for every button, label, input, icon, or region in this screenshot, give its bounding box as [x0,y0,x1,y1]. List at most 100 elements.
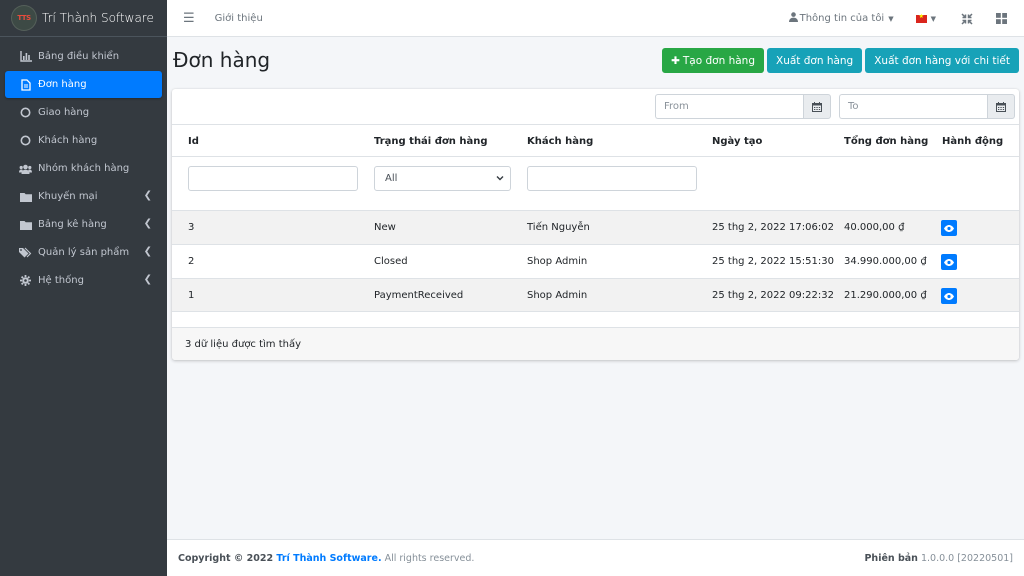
eye-icon [944,292,954,300]
folder-icon [19,191,32,203]
sidebar-item-label: Hệ thống [38,275,84,286]
sidebar-item-inventory[interactable]: Bảng kê hàng ❮ [5,211,162,238]
view-order-button[interactable] [941,288,957,304]
view-order-button[interactable] [941,220,957,236]
folder-icon [19,219,32,231]
circle-icon [19,135,32,147]
divider [172,124,1019,125]
column-header-status[interactable]: Trạng thái đơn hàng [374,136,488,147]
gear-icon [19,275,32,287]
cell-total: 40.000,00 ₫ [844,222,905,233]
cell-created: 25 thg 2, 2022 15:51:30 [712,256,834,267]
cell-customer: Shop Admin [527,256,588,267]
date-from-group: From [655,94,831,119]
sidebar-item-customer-groups[interactable]: Nhóm khách hàng [5,155,162,182]
status-filter-select[interactable]: All [374,166,511,191]
chevron-left-icon: ❮ [143,246,152,257]
sidebar-item-label: Khuyến mại [38,191,98,202]
result-count: 3 dữ liệu được tìm thấy [172,327,1019,360]
tags-icon [19,247,32,259]
user-menu-label: Thông tin của tôi [799,13,885,24]
cell-created: 25 thg 2, 2022 09:22:32 [712,290,834,301]
brand-logo: TTS [12,6,36,30]
cell-customer: Tiến Nguyễn [527,222,590,233]
user-icon [788,12,798,25]
column-header-total[interactable]: Tổng đơn hàng [844,136,928,147]
circle-icon [19,107,32,119]
language-dropdown[interactable]: ▼ [915,13,936,23]
calendar-icon[interactable] [987,94,1015,119]
table-row: 3 New Tiến Nguyễn 25 thg 2, 2022 17:06:0… [172,210,1019,244]
file-icon [19,78,32,91]
orders-card: From To Id Trạng thái đơn hàng Khách hàn… [172,89,1019,360]
sidebar-item-label: Đơn hàng [38,79,87,90]
sidebar-item-shipping[interactable]: Giao hàng [5,99,162,126]
customer-filter-input[interactable] [527,166,697,191]
users-icon [19,163,32,175]
divider [172,156,1019,157]
column-header-actions: Hành động [942,136,1004,147]
column-header-customer[interactable]: Khách hàng [527,136,593,147]
sidebar-item-label: Bảng kê hàng [38,219,107,230]
eye-icon [944,258,954,266]
brand-name: Trí Thành Software [42,11,154,25]
chevron-left-icon: ❮ [143,190,152,201]
sidebar-item-customers[interactable]: Khách hàng [5,127,162,154]
id-filter-input[interactable] [188,166,358,191]
cell-status: Closed [374,256,408,267]
cell-created: 25 thg 2, 2022 17:06:02 [712,222,834,233]
sidebar-item-dashboard[interactable]: Bảng điều khiển [5,43,162,70]
cell-status: New [374,222,396,233]
main-sidebar: TTS Trí Thành Software Bảng điều khiển Đ… [0,0,167,576]
column-header-id[interactable]: Id [188,136,199,147]
brand-link[interactable]: TTS Trí Thành Software [0,0,167,37]
export-orders-button[interactable]: Xuất đơn hàng [767,48,863,73]
about-link[interactable]: Giới thiệu [215,13,263,24]
sidebar-item-system[interactable]: Hệ thống ❮ [5,267,162,294]
sidebar-item-products[interactable]: Quản lý sản phẩm ❮ [5,239,162,266]
sidebar-nav: Bảng điều khiển Đơn hàng Giao hàng Khách… [0,37,167,294]
sidebar-item-orders[interactable]: Đơn hàng [5,71,162,98]
top-navbar: ☰ Giới thiệu Thông tin của tôi ▼ ▼ [167,0,1024,37]
caret-down-icon: ▼ [888,14,894,23]
cell-id: 1 [188,290,195,301]
page-title: Đơn hàng [173,48,271,72]
navbar-right: Thông tin của tôi ▼ ▼ [788,0,1024,37]
chevron-left-icon: ❮ [143,274,152,285]
copyright: Copyright © 2022 Trí Thành Software. All… [178,552,475,564]
date-from-input[interactable]: From [655,94,803,119]
calendar-icon[interactable] [803,94,831,119]
cell-customer: Shop Admin [527,290,588,301]
plus-icon: ✚ [671,54,680,67]
export-orders-detail-button[interactable]: Xuất đơn hàng với chi tiết [865,48,1019,73]
cell-status: PaymentReceived [374,290,464,301]
view-order-button[interactable] [941,254,957,270]
sidebar-item-label: Bảng điều khiển [38,51,120,62]
main-footer: Copyright © 2022 Trí Thành Software. All… [167,539,1024,576]
column-header-created[interactable]: Ngày tạo [712,136,762,147]
sidebar-item-label: Khách hàng [38,135,98,146]
sidebar-item-promotions[interactable]: Khuyến mại ❮ [5,183,162,210]
user-menu-dropdown[interactable]: Thông tin của tôi ▼ [788,12,894,25]
grid-icon[interactable] [994,12,1008,26]
chart-bar-icon [19,51,32,63]
action-buttons: ✚ Tạo đơn hàng Xuất đơn hàng Xuất đơn hà… [662,48,1019,73]
date-to-group: To [839,94,1015,119]
version-info: Phiên bản 1.0.0.0 [20220501] [864,552,1013,564]
sidebar-item-label: Giao hàng [38,107,90,118]
sidebar-item-label: Quản lý sản phẩm [38,247,130,258]
cell-total: 21.290.000,00 ₫ [844,290,927,301]
chevron-down-icon [496,174,504,185]
cell-total: 34.990.000,00 ₫ [844,256,927,267]
content-wrapper: Đơn hàng ✚ Tạo đơn hàng Xuất đơn hàng Xu… [167,37,1024,539]
date-to-input[interactable]: To [839,94,987,119]
menu-toggle-icon[interactable]: ☰ [183,11,195,26]
create-order-button[interactable]: ✚ Tạo đơn hàng [662,48,764,73]
sidebar-item-label: Nhóm khách hàng [38,163,130,174]
company-link[interactable]: Trí Thành Software. [276,553,381,564]
cell-id: 2 [188,256,195,267]
cell-id: 3 [188,222,195,233]
chevron-left-icon: ❮ [143,218,152,229]
table-row: 2 Closed Shop Admin 25 thg 2, 2022 15:51… [172,244,1019,278]
fullscreen-icon[interactable] [960,12,974,26]
